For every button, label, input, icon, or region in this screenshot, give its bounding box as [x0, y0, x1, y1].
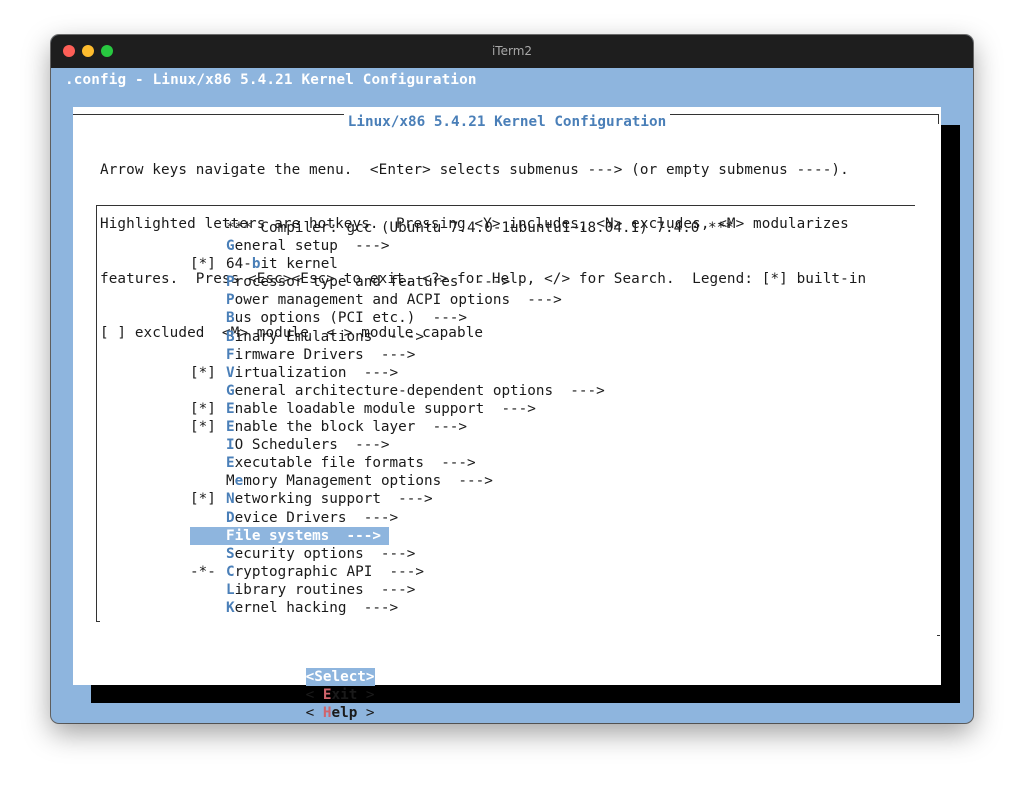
select-button[interactable]: <Select> [305, 668, 375, 686]
menu-item-state: [*] [190, 491, 216, 508]
menu-item[interactable]: [*] Virtualization ---> [190, 364, 734, 382]
menu-item-label: O Schedulers ---> [234, 437, 390, 454]
menu-item-label: ibrary routines ---> [234, 581, 416, 598]
menu-item-hotkey: E [226, 419, 235, 436]
menu-item-label: M [226, 473, 235, 490]
menu-item-label: ernel hacking ---> [234, 599, 399, 616]
menu-item-label: ower management and ACPI options ---> [234, 292, 562, 309]
button-bracket: > [357, 687, 375, 703]
menu-item-label: ryptographic API ---> [234, 563, 424, 580]
menu-item[interactable]: Processor type and features ---> [190, 273, 734, 291]
menu-item-label: 64- [226, 256, 252, 273]
menu-item-hotkey: D [226, 509, 235, 526]
menu-item-hotkey: G [226, 238, 235, 255]
menu-item[interactable]: [*] Networking support ---> [190, 490, 734, 508]
menu-item-label: irmware Drivers ---> [234, 346, 416, 363]
button-bracket: < [305, 687, 323, 703]
menu-item-label: *** Compiler: gcc (Ubuntu 7.4.0-1ubuntu1… [226, 220, 734, 236]
menu-item-hotkey: N [226, 491, 235, 508]
save-button[interactable]: < Save > [306, 722, 375, 723]
menu-item[interactable]: -*- Cryptographic API ---> [190, 563, 734, 581]
menu-item-hotkey: L [226, 581, 235, 598]
config-dialog: Linux/x86 5.4.21 Kernel Configuration Ar… [73, 107, 941, 721]
menu-item-hotkey: P [226, 292, 235, 309]
menu-item-hotkey: S [226, 545, 235, 562]
menu-item-label: ile systems ---> [234, 527, 381, 544]
menu-item-hotkey: B [226, 310, 235, 327]
menu-box-border [96, 205, 915, 206]
menu-item-label: us options (PCI etc.) ---> [234, 310, 468, 327]
menu-item-state: -*- [190, 563, 216, 580]
menu-item-label: nable the block layer ---> [234, 419, 468, 436]
menu-box-border [96, 205, 97, 622]
menu-list: *** Compiler: gcc (Ubuntu 7.4.0-1ubuntu1… [190, 219, 734, 617]
menu-item-hotkey: e [234, 473, 244, 490]
menu-item[interactable]: [*] Enable loadable module support ---> [190, 400, 734, 418]
back-title: .config - Linux/x86 5.4.21 Kernel Config… [65, 72, 477, 88]
menu-item-state: [*] [190, 364, 216, 381]
menu-item-hotkey: I [226, 437, 235, 454]
terminal-window: iTerm2 .config - Linux/x86 5.4.21 Kernel… [51, 35, 973, 723]
menu-item-label: irtualization ---> [234, 364, 399, 381]
menu-item[interactable]: Executable file formats ---> [190, 454, 734, 472]
button-label: elp [331, 705, 358, 721]
menu-item-label: rocessor type and features ---> [234, 274, 511, 291]
menu-item-label: mory Management options ---> [243, 473, 493, 490]
menu-item[interactable]: Memory Management options ---> [190, 472, 734, 490]
menu-item[interactable]: Binary Emulations ---> [190, 328, 734, 346]
menu-item-hotkey: P [226, 274, 235, 291]
button-bracket: > [357, 705, 375, 721]
menu-item-state: [*] [190, 256, 216, 273]
menu-item[interactable]: Device Drivers ---> [190, 509, 734, 527]
menu-item[interactable]: Power management and ACPI options ---> [190, 291, 734, 309]
menu-item-label: eneral architecture-dependent options --… [234, 382, 605, 399]
menu-item-label: xecutable file formats ---> [234, 455, 476, 472]
button-row: <Select> < Exit > < Help > < Save > < Lo… [254, 650, 409, 723]
menu-item[interactable]: Bus options (PCI etc.) ---> [190, 309, 734, 327]
exit-button[interactable]: < Exit > [306, 686, 375, 704]
button-label: xit [331, 687, 358, 703]
menu-item[interactable]: Security options ---> [190, 545, 734, 563]
menu-item[interactable]: Library routines ---> [190, 581, 734, 599]
menu-item[interactable]: Firmware Drivers ---> [190, 346, 734, 364]
dialog-frame-corner-bottom [937, 635, 940, 636]
menu-box-border [96, 621, 100, 622]
help-line: Arrow keys navigate the menu. <Enter> se… [100, 162, 849, 179]
menu-item-hotkey: C [226, 563, 235, 580]
menu-item-label: nable loadable module support ---> [234, 400, 536, 417]
button-bracket: < [305, 705, 323, 721]
menu-item[interactable]: General setup ---> [190, 237, 734, 255]
menu-item-label: it kernel [260, 256, 338, 273]
menu-item-hotkey: B [226, 328, 235, 345]
help-button[interactable]: < Help > [306, 704, 375, 722]
menu-item-label: etworking support ---> [234, 491, 433, 508]
menu-item-hotkey: V [226, 364, 235, 381]
menu-item-hotkey: K [226, 599, 235, 616]
menu-item-label: ecurity options ---> [234, 545, 416, 562]
menu-item[interactable]: File systems ---> [190, 526, 389, 545]
title-bar[interactable]: iTerm2 [51, 35, 973, 68]
menu-item-hotkey: G [226, 382, 235, 399]
menu-item-label: inary Emulations ---> [234, 328, 424, 345]
menu-item[interactable]: [*] Enable the block layer ---> [190, 418, 734, 436]
menu-item-label: eneral setup ---> [234, 238, 390, 255]
menu-item-hotkey: F [226, 346, 235, 363]
menu-item-state: [*] [190, 400, 216, 417]
menu-item-hotkey: E [226, 400, 235, 417]
menu-item-hotkey: F [226, 527, 235, 544]
menu-item[interactable]: IO Schedulers ---> [190, 436, 734, 454]
menu-item-hotkey: E [226, 455, 235, 472]
menu-item-state: [*] [190, 419, 216, 436]
menu-item[interactable]: [*] 64-bit kernel [190, 255, 734, 273]
menu-item[interactable]: General architecture-dependent options -… [190, 382, 734, 400]
menu-item[interactable]: Kernel hacking ---> [190, 599, 734, 617]
menu-item[interactable]: *** Compiler: gcc (Ubuntu 7.4.0-1ubuntu1… [190, 219, 734, 237]
menu-item-label: evice Drivers ---> [234, 509, 399, 526]
window-title: iTerm2 [491, 44, 533, 58]
